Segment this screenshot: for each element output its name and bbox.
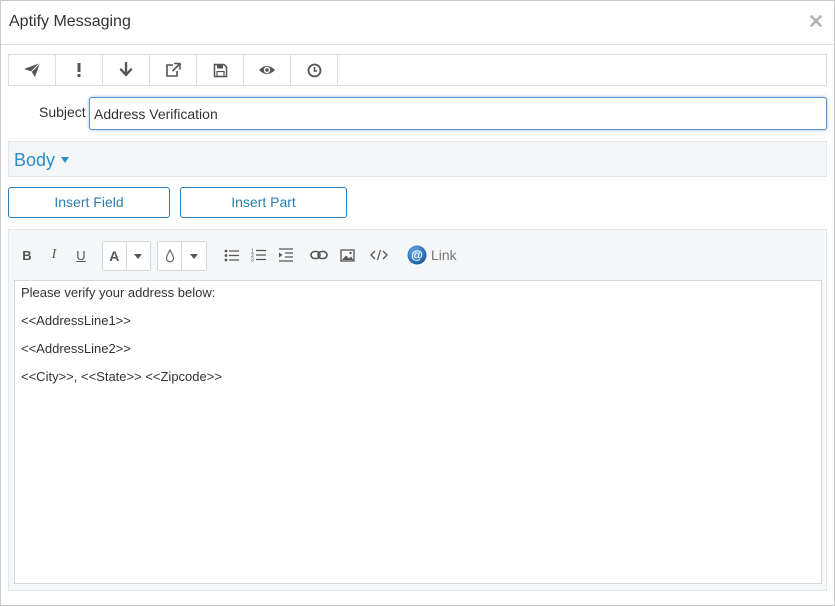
send-icon [24,62,41,77]
bulleted-list-icon [224,249,239,261]
source-code-button[interactable] [369,244,389,266]
title-bar: Aptify Messaging [1,1,834,45]
body-section-header[interactable]: Body [8,141,827,177]
messaging-dialog: Aptify Messaging Subject Body [0,0,835,606]
italic-button[interactable]: I [46,244,62,266]
insert-link-button[interactable] [309,244,329,266]
download-button[interactable] [103,55,150,85]
svg-text:@: @ [411,248,423,262]
image-icon [339,248,355,262]
underline-button[interactable]: U [73,244,89,266]
content-line: <<City>>, <<State>> <<Zipcode>> [21,369,222,384]
preview-icon [259,66,275,74]
bold-button[interactable]: B [19,244,35,266]
external-link-icon [166,62,181,77]
chevron-down-icon[interactable] [182,242,206,270]
code-icon [370,249,388,261]
bulleted-list-button[interactable] [223,244,241,266]
close-icon[interactable] [809,14,823,28]
editor-toolbar: B I U A 123 @ Link [9,230,826,278]
numbered-list-button[interactable]: 123 [250,244,268,266]
font-color-dropdown[interactable]: A [102,241,151,271]
priority-button[interactable] [56,55,103,85]
numbered-list-icon: 123 [251,249,266,263]
droplet-icon [158,242,182,270]
body-section-title[interactable]: Body [14,150,55,171]
link-label: Link [431,247,457,263]
content-line: <<AddressLine1>> [21,313,131,328]
insert-field-button[interactable]: Insert Field [8,187,170,218]
link-icon [310,250,328,260]
background-color-dropdown[interactable] [157,241,207,271]
subject-input[interactable] [89,97,827,130]
at-sign-icon: @ [407,245,427,265]
content-line: <<AddressLine2>> [21,341,131,356]
message-toolbar [8,54,827,86]
caret-down-icon[interactable] [61,157,69,163]
preview-button[interactable] [244,55,291,85]
save-button[interactable] [197,55,244,85]
window-title: Aptify Messaging [9,13,131,30]
svg-text:3: 3 [251,258,254,263]
font-color-label: A [103,242,127,270]
download-icon [119,62,133,77]
insert-part-button[interactable]: Insert Part [180,187,347,218]
chevron-down-icon[interactable] [127,242,150,270]
open-external-button[interactable] [150,55,197,85]
insert-image-button[interactable] [338,244,356,266]
indent-icon [279,248,293,262]
save-icon [213,63,227,77]
priority-icon [77,63,81,77]
indent-button[interactable] [277,244,295,266]
rich-text-editor: B I U A 123 @ Link Please verify your ad… [8,229,827,591]
schedule-icon [307,63,321,77]
send-button[interactable] [9,55,56,85]
insert-link-merge-button[interactable]: @ Link [407,244,467,266]
schedule-button[interactable] [291,55,338,85]
editor-content[interactable]: Please verify your address below: <<Addr… [14,280,822,584]
content-line: Please verify your address below: [21,285,216,300]
subject-label: Subject [39,104,86,120]
